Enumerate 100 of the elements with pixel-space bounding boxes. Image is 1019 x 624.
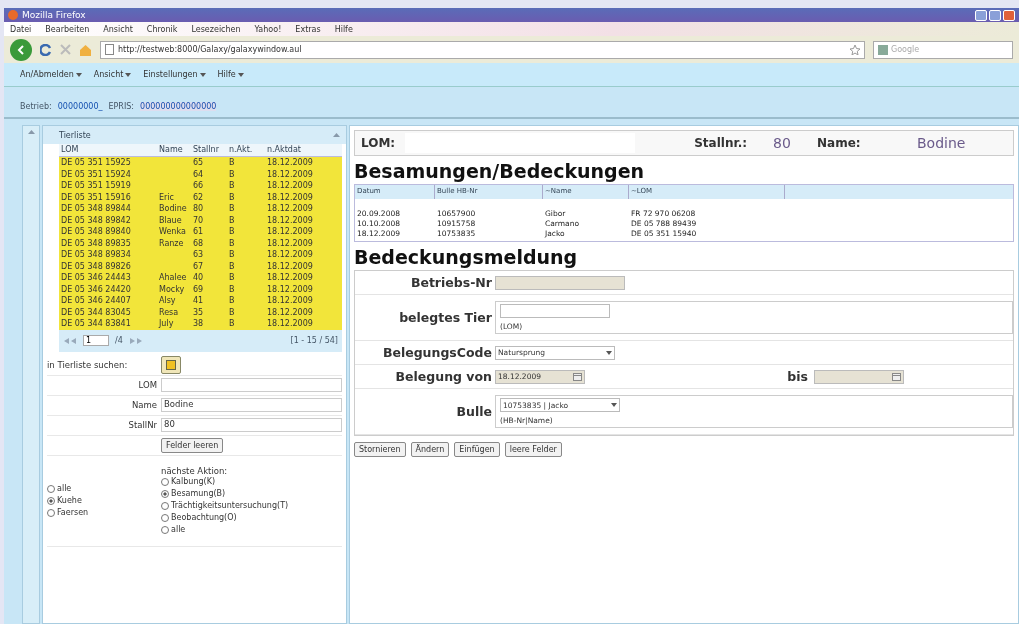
close-button[interactable] (1003, 9, 1015, 21)
window-title: Mozilla Firefox (22, 10, 86, 20)
minimize-button[interactable] (975, 9, 987, 21)
table-cell-text: B (228, 260, 236, 272)
column-header[interactable]: Name (157, 144, 191, 157)
field-label: Name (130, 400, 157, 410)
radio-option[interactable]: Trächtigkeitsuntersuchung(T) (161, 499, 342, 512)
field-label: Belegung von (394, 369, 493, 384)
table-cell-text: DE 05 348 89834 (60, 249, 132, 261)
record-range: [1 - 15 / 54] (290, 336, 338, 345)
menu-item[interactable]: Ansicht (103, 24, 133, 34)
table-cell-text: 63 (192, 249, 205, 261)
calendar-icon[interactable] (892, 372, 901, 381)
form-button[interactable]: Ändern (410, 442, 450, 457)
table-cell-text: 18.12.2009 (266, 283, 314, 295)
menu-item[interactable]: Hilfe (334, 24, 353, 34)
radio-option[interactable]: alle (47, 482, 157, 495)
input-field[interactable]: 80 (161, 418, 342, 432)
app-menu-item[interactable]: Hilfe (217, 70, 244, 79)
table-cell-text: 18.12.2009 (266, 249, 314, 261)
table-cell-text: July (157, 318, 175, 330)
input-field[interactable] (161, 378, 342, 392)
menu-item[interactable]: Bearbeiten (45, 24, 90, 34)
table-cell-text: B (228, 203, 236, 215)
input-field[interactable]: Bodine (161, 398, 342, 412)
reload-icon[interactable] (40, 43, 52, 56)
table-cell-text: Wenka (158, 226, 187, 238)
clear-fields-button[interactable]: Felder leeren (161, 437, 224, 453)
back-button[interactable] (10, 38, 32, 61)
table-cell-text: 18.12.2009 (266, 214, 314, 226)
search-button[interactable] (161, 356, 181, 374)
column-header[interactable]: LOM (59, 144, 157, 157)
table-cell-text: DE 05 351 15925 (60, 157, 132, 169)
table-cell-text: 38 (192, 318, 205, 330)
app-menu-item[interactable]: Einstellungen (143, 70, 206, 79)
radio-option[interactable]: alle (161, 523, 342, 536)
table-cell-text: B (228, 214, 236, 226)
table-cell-text: Blaue (158, 214, 183, 226)
menu-item[interactable]: Extras (295, 24, 321, 34)
star-icon[interactable] (850, 44, 860, 55)
column-header[interactable]: n.Akt. (227, 144, 265, 157)
table-cell-text: 67 (192, 260, 205, 272)
form-button[interactable]: Einfügen (454, 442, 500, 457)
address-bar[interactable]: http://testweb:8000/Galaxy/galaxywindow.aul (100, 40, 865, 59)
table-cell-text: Ranze (158, 237, 185, 249)
maximize-button[interactable] (989, 9, 1001, 21)
table-cell-text: DE 05 348 89840 (60, 226, 132, 238)
table-cell-text: B (228, 237, 236, 249)
table-cell-text: B (228, 318, 236, 330)
epris-label: EPRIS: (108, 102, 135, 111)
panel-title: Tierliste (59, 130, 91, 140)
menu-item[interactable]: Yahoo! (254, 24, 282, 34)
tier-field[interactable] (500, 304, 610, 318)
date-field[interactable] (814, 369, 904, 384)
radio-option[interactable]: Besamung(B) (161, 487, 342, 500)
menu-item[interactable]: Lesezeichen (191, 24, 241, 34)
table-cell-text: 68 (192, 237, 205, 249)
menu-item[interactable]: Datei (10, 24, 32, 34)
calendar-icon[interactable] (573, 372, 582, 381)
first-page-icon[interactable] (63, 337, 77, 344)
table-cell-text: 35 (192, 306, 205, 318)
column-header[interactable]: n.Aktdat (265, 144, 342, 157)
table-cell-text: 18.12.2009 (266, 306, 314, 318)
field-label: BelegungsCode (381, 345, 493, 360)
table-cell-text: 18.12.2009 (266, 318, 314, 330)
table-cell-text: DE 05 351 15919 (60, 180, 132, 192)
betriebsnr-field[interactable] (495, 275, 625, 290)
collapse-icon[interactable] (333, 133, 340, 137)
firefox-logo-icon (8, 10, 18, 20)
section-heading: Bedeckungsmeldung (354, 246, 579, 268)
stop-icon[interactable] (60, 44, 71, 55)
collapse-icon[interactable] (27, 130, 35, 134)
field-label: StallNr (127, 420, 157, 430)
radio-option[interactable]: Kuehe (47, 494, 157, 507)
table-cell-text: 18.12.2009 (266, 226, 314, 238)
app-menu-item[interactable]: An/Abmelden (20, 70, 82, 79)
form-button[interactable]: Stornieren (354, 442, 406, 457)
menu-item[interactable]: Chronik (146, 24, 178, 34)
table-cell-text: DE 05 344 83841 (60, 318, 132, 330)
next-page-icon[interactable] (128, 337, 143, 344)
table-cell-text: DE 05 346 24420 (60, 283, 132, 295)
radio-option[interactable]: Faersen (47, 506, 157, 519)
app-menu-item[interactable]: Ansicht (93, 70, 132, 79)
table-cell-text: 69 (192, 283, 205, 295)
caret-icon (199, 72, 206, 77)
caret-icon (125, 72, 132, 77)
page-field[interactable]: 1 (83, 335, 109, 346)
table-cell-text: 18.12.2009 (266, 260, 314, 272)
stallnr-value: 80 (772, 135, 792, 151)
form-button[interactable]: leere Felder (504, 442, 562, 457)
home-icon[interactable] (79, 43, 92, 56)
radio-option[interactable]: Kalbung(K) (161, 475, 342, 488)
table-cell-text: Resa (158, 306, 180, 318)
field-label: bis (786, 369, 809, 384)
table-cell-text: DE 05 351 15916 (60, 191, 132, 203)
lom-label: LOM: (361, 136, 396, 150)
table-cell-text: DE 05 348 89844 (60, 203, 132, 215)
column-header[interactable]: Stallnr (191, 144, 227, 157)
radio-option[interactable]: Beobachtung(O) (161, 511, 342, 524)
table-cell-text: Bodine (158, 203, 188, 215)
